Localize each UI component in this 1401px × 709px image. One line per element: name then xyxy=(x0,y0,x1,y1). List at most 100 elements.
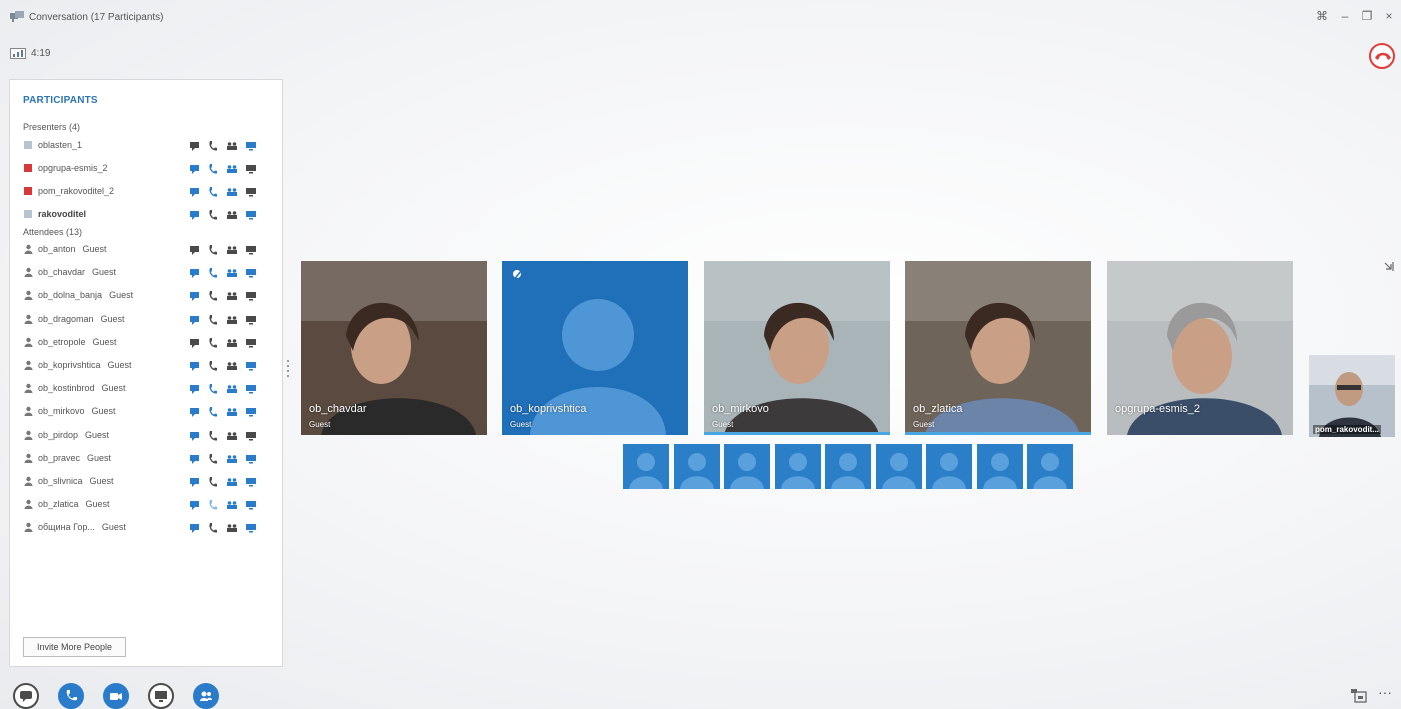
attendee-row[interactable]: ob_etropole Guest xyxy=(23,334,273,350)
phone-status-icon[interactable] xyxy=(207,245,219,255)
participant-thumbnail[interactable] xyxy=(724,444,770,489)
participant-thumbnail[interactable] xyxy=(926,444,972,489)
im-status-icon[interactable] xyxy=(189,407,201,418)
attendee-row[interactable]: ob_pravec Guest xyxy=(23,450,273,466)
screen-share-status-icon[interactable] xyxy=(245,164,257,174)
video-status-icon[interactable] xyxy=(226,500,238,510)
video-button[interactable] xyxy=(103,683,129,709)
screen-share-status-icon[interactable] xyxy=(245,187,257,197)
screen-share-status-icon[interactable] xyxy=(245,210,257,220)
attendee-row[interactable]: ob_dolna_banja Guest xyxy=(23,287,273,303)
screen-share-status-icon[interactable] xyxy=(245,477,257,487)
screen-share-status-icon[interactable] xyxy=(245,407,257,417)
screen-share-status-icon[interactable] xyxy=(245,384,257,394)
video-status-icon[interactable] xyxy=(226,315,238,325)
presenter-row[interactable]: pom_rakovoditel_2 xyxy=(23,183,273,199)
phone-status-icon[interactable] xyxy=(207,500,219,510)
participant-thumbnail[interactable] xyxy=(825,444,871,489)
phone-status-icon[interactable] xyxy=(207,523,219,533)
screen-share-status-icon[interactable] xyxy=(245,454,257,464)
screen-share-status-icon[interactable] xyxy=(245,315,257,325)
expand-gallery-icon[interactable] xyxy=(1384,262,1394,272)
participant-thumbnail[interactable] xyxy=(1027,444,1073,489)
im-status-icon[interactable] xyxy=(189,315,201,325)
video-status-icon[interactable] xyxy=(226,210,238,220)
self-view-tile[interactable]: pom_rakovodit... xyxy=(1309,355,1395,437)
more-options-icon[interactable]: ··· xyxy=(1378,684,1392,700)
phone-status-icon[interactable] xyxy=(207,430,219,441)
screen-share-status-icon[interactable] xyxy=(245,291,257,301)
screen-share-status-icon[interactable] xyxy=(245,268,257,278)
phone-status-icon[interactable] xyxy=(207,291,219,301)
close-button[interactable]: × xyxy=(1381,9,1397,23)
attendee-row[interactable]: ob_anton Guest xyxy=(23,241,273,257)
phone-status-icon[interactable] xyxy=(207,361,219,371)
participant-thumbnail[interactable] xyxy=(623,444,669,489)
phone-status-icon[interactable] xyxy=(207,407,219,417)
participant-video-tile[interactable]: ob_zlatica Guest xyxy=(905,261,1091,435)
im-status-icon[interactable] xyxy=(189,268,201,279)
screen-share-status-icon[interactable] xyxy=(245,361,257,371)
video-status-icon[interactable] xyxy=(226,384,238,394)
phone-status-icon[interactable] xyxy=(207,477,219,487)
screen-share-status-icon[interactable] xyxy=(245,141,257,151)
im-status-icon[interactable] xyxy=(189,210,201,220)
im-status-icon[interactable] xyxy=(189,245,201,255)
attendee-row[interactable]: ob_koprivshtica Guest xyxy=(23,357,273,373)
im-button[interactable] xyxy=(13,683,39,709)
participant-thumbnail[interactable] xyxy=(774,444,821,489)
participant-thumbnail[interactable] xyxy=(673,444,720,489)
restore-button[interactable]: ❐ xyxy=(1359,9,1375,23)
video-status-icon[interactable] xyxy=(226,523,238,533)
invite-more-people-button[interactable]: Invite More People xyxy=(23,637,126,657)
attendee-row[interactable]: община Гор... Guest xyxy=(23,519,273,535)
phone-status-icon[interactable] xyxy=(207,384,219,394)
video-status-icon[interactable] xyxy=(226,407,238,417)
phone-status-icon[interactable] xyxy=(207,210,219,220)
im-status-icon[interactable] xyxy=(189,431,201,441)
attendee-row[interactable]: ob_slivnica Guest xyxy=(23,473,273,489)
attendee-row[interactable]: ob_kostinbrod Guest xyxy=(23,380,273,396)
phone-status-icon[interactable] xyxy=(207,187,219,197)
im-status-icon[interactable] xyxy=(189,500,201,511)
im-status-icon[interactable] xyxy=(189,361,201,371)
attendee-row[interactable]: ob_pirdop Guest xyxy=(23,427,273,443)
video-status-icon[interactable] xyxy=(226,141,238,151)
phone-status-icon[interactable] xyxy=(207,141,219,151)
presenter-row[interactable]: oblasten_1 xyxy=(23,137,273,153)
participants-button[interactable] xyxy=(193,683,219,709)
screen-share-status-icon[interactable] xyxy=(245,523,257,533)
present-button[interactable] xyxy=(148,683,174,709)
phone-status-icon[interactable] xyxy=(207,337,219,348)
video-status-icon[interactable] xyxy=(226,431,238,441)
attendee-row[interactable]: ob_zlatica Guest xyxy=(23,496,273,512)
video-status-icon[interactable] xyxy=(226,338,238,348)
minimize-button[interactable]: – xyxy=(1337,9,1353,23)
im-status-icon[interactable] xyxy=(189,523,201,534)
video-status-icon[interactable] xyxy=(226,291,238,301)
screen-share-status-icon[interactable] xyxy=(245,500,257,510)
panel-splitter-handle[interactable] xyxy=(287,360,290,382)
screen-share-status-icon[interactable] xyxy=(245,245,257,255)
participant-video-tile[interactable]: opgrupa-esmis_2 xyxy=(1107,261,1293,435)
im-status-icon[interactable] xyxy=(189,338,201,348)
layout-icon[interactable] xyxy=(1350,688,1368,704)
video-status-icon[interactable] xyxy=(226,268,238,278)
phone-status-icon[interactable] xyxy=(207,314,219,325)
presenter-row[interactable]: rakovoditel xyxy=(23,206,273,222)
screen-share-status-icon[interactable] xyxy=(245,338,257,348)
presenters-group-label[interactable]: Presenters (4) xyxy=(23,122,80,132)
video-status-icon[interactable] xyxy=(226,454,238,464)
im-status-icon[interactable] xyxy=(189,454,201,464)
im-status-icon[interactable] xyxy=(189,384,201,395)
presenter-row[interactable]: opgrupa-esmis_2 xyxy=(23,160,273,176)
phone-status-icon[interactable] xyxy=(207,164,219,174)
video-status-icon[interactable] xyxy=(226,361,238,371)
attendees-group-label[interactable]: Attendees (13) xyxy=(23,227,82,237)
screen-share-status-icon[interactable] xyxy=(245,431,257,441)
participant-video-tile[interactable]: ob_koprivshtica Guest xyxy=(502,261,688,435)
participant-video-tile[interactable]: ob_chavdar Guest xyxy=(301,261,487,435)
phone-status-icon[interactable] xyxy=(207,268,219,278)
attendee-row[interactable]: ob_mirkovo Guest xyxy=(23,403,273,419)
phone-status-icon[interactable] xyxy=(207,453,219,464)
